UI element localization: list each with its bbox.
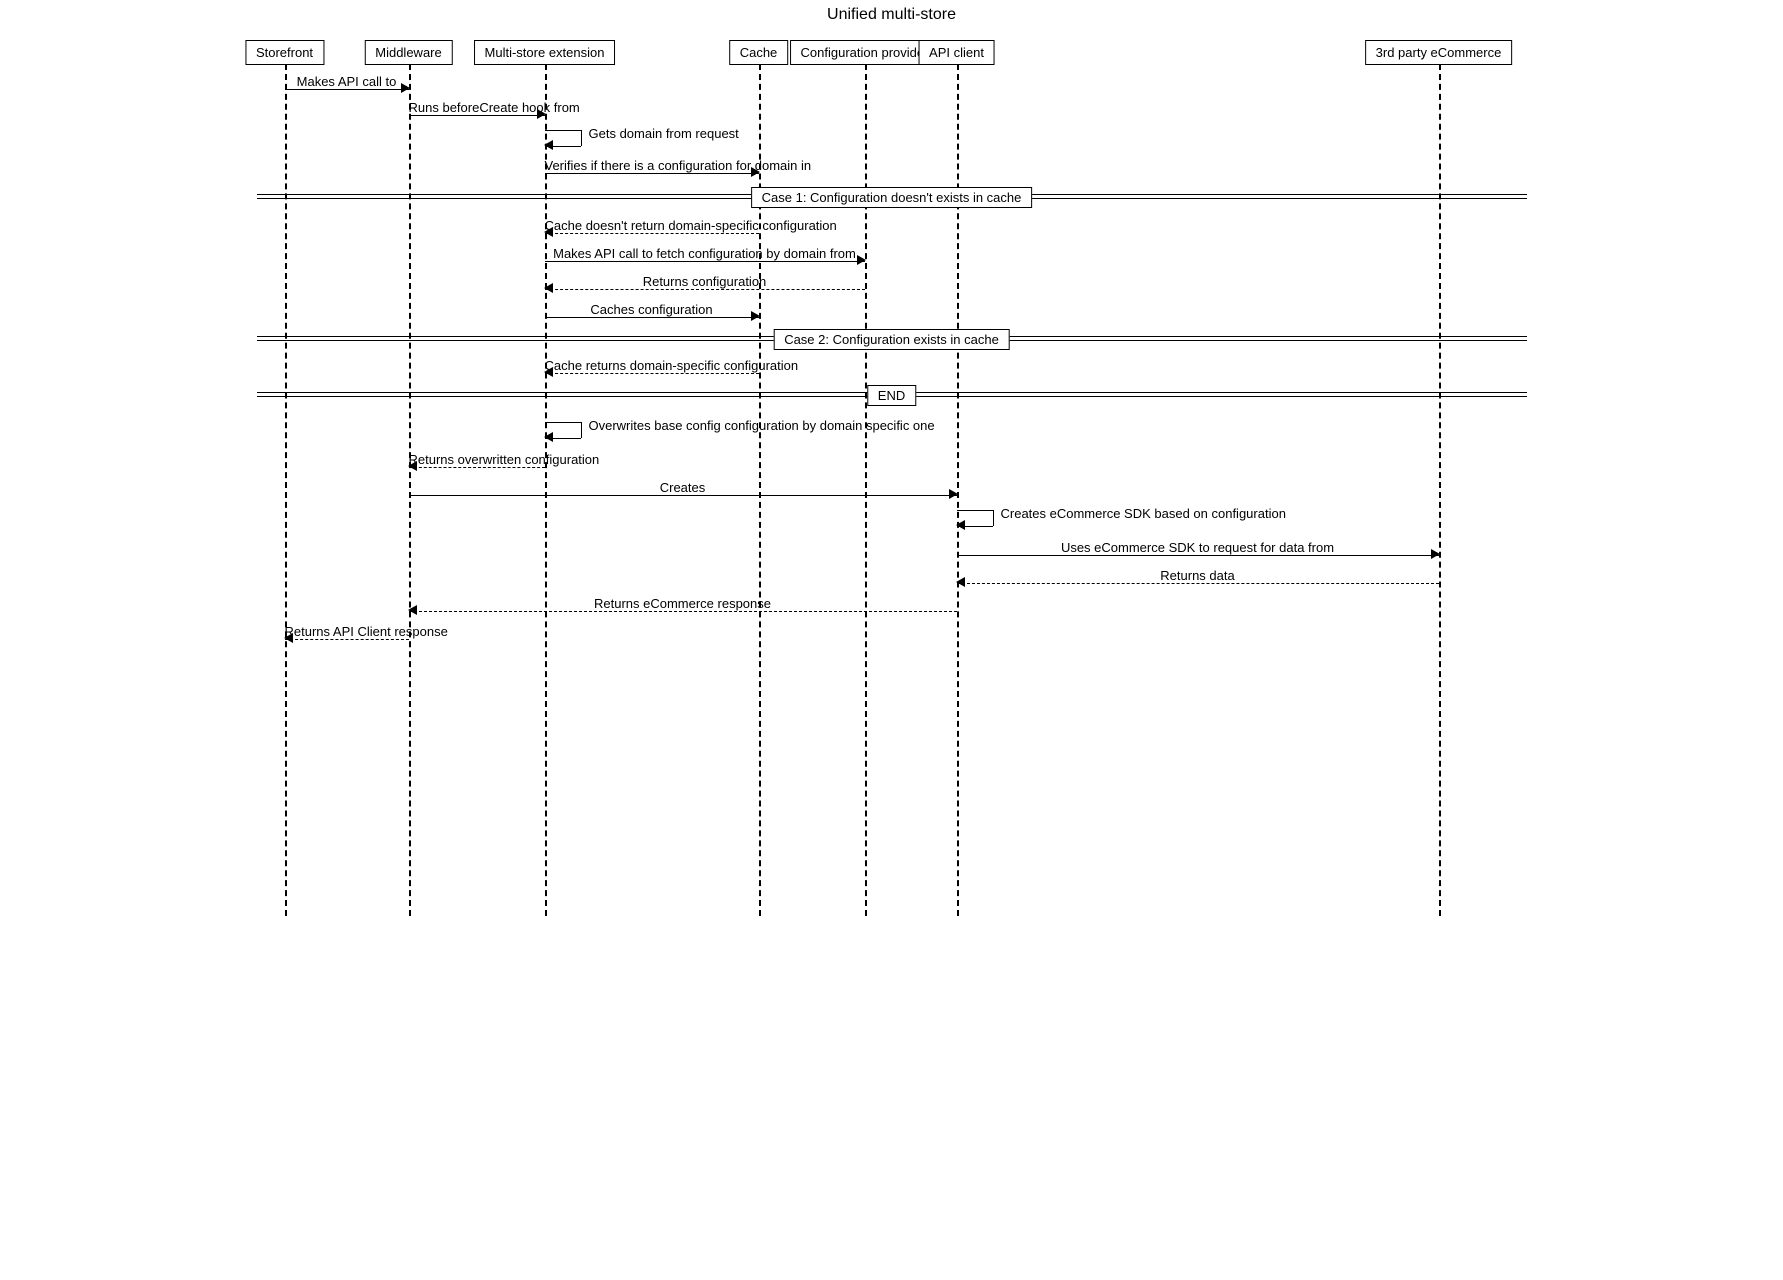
participant-storefront: Storefront	[245, 40, 324, 65]
message-label: Overwrites base config configuration by …	[589, 418, 935, 433]
message-label: Returns eCommerce response	[409, 596, 957, 611]
return-message: Returns API Client response	[285, 628, 409, 642]
message: Creates	[409, 484, 957, 498]
return-message: Returns data	[957, 572, 1439, 586]
return-message: Returns eCommerce response	[409, 600, 957, 614]
divider-label: Case 2: Configuration exists in cache	[773, 329, 1010, 350]
return-message: Cache returns domain-specific configurat…	[545, 362, 759, 376]
participant-cache: Cache	[729, 40, 789, 65]
message-label: Cache doesn't return domain-specific con…	[545, 218, 759, 233]
message-label: Returns configuration	[545, 274, 865, 289]
message-label: Returns API Client response	[285, 624, 409, 639]
message-label: Runs beforeCreate hook from	[409, 100, 545, 115]
divider: END	[257, 388, 1527, 402]
message-label: Creates	[409, 480, 957, 495]
message: Runs beforeCreate hook from	[409, 104, 545, 118]
divider: Case 2: Configuration exists in cache	[257, 332, 1527, 346]
return-message: Returns configuration	[545, 278, 865, 292]
return-message: Returns overwritten configuration	[409, 456, 545, 470]
participant-api-client: API client	[918, 40, 995, 65]
message: Caches configuration	[545, 306, 759, 320]
message-label: Gets domain from request	[589, 126, 739, 141]
message: Verifies if there is a configuration for…	[545, 162, 759, 176]
divider-label: Case 1: Configuration doesn't exists in …	[751, 187, 1033, 208]
message-label: Makes API call to	[285, 74, 409, 89]
message-label: Returns overwritten configuration	[409, 452, 545, 467]
participant-multi-store-extension: Multi-store extension	[474, 40, 616, 65]
message-label: Caches configuration	[545, 302, 759, 317]
participant-3rd-party-ecommerce: 3rd party eCommerce	[1365, 40, 1513, 65]
diagram-title: Unified multi-store	[252, 6, 1532, 24]
message-label: Verifies if there is a configuration for…	[545, 158, 759, 173]
message-label: Creates eCommerce SDK based on configura…	[1001, 506, 1286, 521]
return-message: Cache doesn't return domain-specific con…	[545, 222, 759, 236]
message: Uses eCommerce SDK to request for data f…	[957, 544, 1439, 558]
message-label: Cache returns domain-specific configurat…	[545, 358, 759, 373]
message-label: Uses eCommerce SDK to request for data f…	[957, 540, 1439, 555]
sequence-diagram: Unified multi-store Storefront Middlewar…	[252, 0, 1532, 920]
message: Makes API call to fetch configuration by…	[545, 250, 865, 264]
divider-label: END	[867, 385, 916, 406]
message-label: Makes API call to fetch configuration by…	[545, 246, 865, 261]
participant-configuration-provider: Configuration provider	[790, 40, 940, 65]
message-label: Returns data	[957, 568, 1439, 583]
participant-middleware: Middleware	[364, 40, 452, 65]
message: Makes API call to	[285, 78, 409, 92]
divider: Case 1: Configuration doesn't exists in …	[257, 190, 1527, 204]
